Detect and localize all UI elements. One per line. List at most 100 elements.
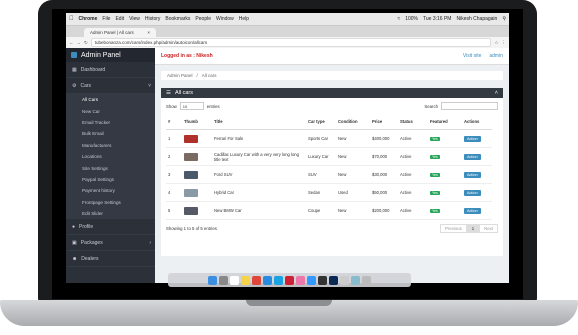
action-button[interactable]: Action — [464, 171, 481, 178]
address-bar[interactable]: tubebonanza.com/cars/index.php/admin/aut… — [90, 38, 492, 47]
menubar-file[interactable]: File — [102, 16, 110, 22]
cell-number: 2 — [166, 147, 182, 166]
sidebar-item-dashboard[interactable]: ▦ Dashboard — [66, 62, 155, 78]
sidebar-item-bulk-email[interactable]: Bulk Email — [66, 128, 155, 139]
cell-car-type: Luxury Car — [306, 147, 336, 166]
featured-badge[interactable]: Yes — [430, 155, 440, 159]
previous-button[interactable]: Previous — [440, 224, 467, 233]
brand[interactable]: Admin Panel — [66, 48, 155, 62]
apple-icon[interactable]:  — [69, 16, 74, 22]
menu-icon[interactable]: ⋮ — [502, 40, 507, 46]
skype-icon[interactable] — [274, 275, 283, 285]
spotlight-icon[interactable]: ⚲ — [502, 16, 506, 22]
col-number[interactable]: # — [166, 114, 182, 130]
featured-badge[interactable]: Yes — [430, 137, 440, 141]
car-thumbnail[interactable] — [184, 188, 198, 197]
menubar-app-name[interactable]: Chrome — [79, 16, 98, 22]
breadcrumb-home[interactable]: Admin Panel — [167, 73, 193, 78]
col-thumb[interactable]: Thumb — [182, 114, 212, 130]
sidebar-item-payment-history[interactable]: Payment history — [66, 185, 155, 196]
sidebar-item-cars[interactable]: ⚙ Cars ˅ — [66, 78, 155, 94]
forward-icon[interactable]: → — [77, 40, 82, 45]
car-thumbnail[interactable] — [184, 134, 198, 143]
chevron-down-icon: ˅ — [148, 82, 151, 89]
tab-close-icon[interactable]: × — [147, 30, 150, 35]
sidebar-item-edit-slider[interactable]: Edit Slider — [66, 208, 155, 219]
launchpad-icon[interactable] — [219, 275, 228, 285]
main-content: Logged in as : Nikesh Visit site admin A… — [155, 48, 509, 283]
page-1-button[interactable]: 1 — [466, 224, 480, 233]
menubar-edit[interactable]: Edit — [115, 16, 124, 22]
menubar-people[interactable]: People — [195, 16, 211, 22]
sidebar-item-manufacturers[interactable]: Manufacturers — [66, 140, 155, 151]
wifi-icon[interactable]: ≈ — [397, 16, 400, 22]
browser-tab[interactable]: Admin Panel | All cars × — [84, 28, 156, 37]
menubar-bookmarks[interactable]: Bookmarks — [165, 16, 190, 22]
col-car-type[interactable]: Car type — [306, 114, 336, 130]
folder-icon[interactable] — [351, 275, 360, 285]
cell-price: $200,000 — [370, 201, 398, 220]
sidebar-item-email-tracker[interactable]: Email Tracker — [66, 117, 155, 128]
filezilla-icon[interactable] — [285, 275, 294, 285]
chrome-icon[interactable] — [252, 275, 261, 285]
clock[interactable]: Tue 3:16 PM — [423, 16, 451, 22]
sidebar-item-dealers[interactable]: ☻ Dealers — [66, 251, 155, 268]
col-status[interactable]: Status — [398, 114, 428, 130]
car-thumbnail[interactable] — [184, 206, 198, 215]
col-condition[interactable]: Condition — [336, 114, 370, 130]
cell-status: Active — [398, 129, 428, 148]
visit-site-link[interactable]: Visit site — [463, 53, 482, 59]
car-thumbnail[interactable] — [184, 152, 198, 161]
featured-badge[interactable]: Yes — [430, 191, 440, 195]
featured-badge[interactable]: Yes — [430, 173, 440, 177]
sidebar-item-site-settings[interactable]: Site Settings — [66, 162, 155, 173]
next-button[interactable]: Next — [479, 224, 498, 233]
search-input[interactable] — [441, 102, 498, 110]
cell-condition: New — [336, 201, 370, 220]
trash-icon[interactable] — [362, 275, 371, 285]
photos-icon[interactable] — [296, 275, 305, 285]
safari-icon[interactable] — [263, 275, 272, 285]
preview-icon[interactable] — [340, 275, 349, 285]
finder-icon[interactable] — [208, 275, 217, 285]
cell-featured: Yes — [428, 183, 462, 202]
sidebar-item-locations[interactable]: Locations — [66, 151, 155, 162]
menubar-history[interactable]: History — [145, 16, 161, 22]
action-button[interactable]: Action — [464, 189, 481, 196]
battery-percent[interactable]: 100% — [405, 16, 418, 22]
app-store-icon[interactable] — [307, 275, 316, 285]
menubar-window[interactable]: Window — [216, 16, 234, 22]
sidebar-item-frontpage-settings[interactable]: Frontpage Settings — [66, 197, 155, 208]
entries-select[interactable]: 10 — [179, 102, 204, 110]
sidebar-item-packages[interactable]: ▣ Packages › — [66, 235, 155, 252]
collapse-icon[interactable]: ˄ — [495, 90, 498, 96]
back-icon[interactable]: ← — [69, 40, 74, 45]
col-title[interactable]: Title — [212, 114, 306, 130]
cell-number: 4 — [166, 183, 182, 202]
featured-badge[interactable]: Yes — [430, 209, 440, 213]
cell-number: 1 — [166, 129, 182, 148]
calendar-icon[interactable] — [230, 275, 239, 285]
col-price[interactable]: Price — [370, 114, 398, 130]
reload-icon[interactable]: ↻ — [84, 40, 88, 46]
admin-menu[interactable]: admin — [489, 53, 503, 59]
sidebar-item-paypal-settings[interactable]: Paypal Settings — [66, 174, 155, 185]
cell-condition: Used — [336, 183, 370, 202]
chevron-right-icon: › — [149, 239, 151, 246]
star-icon[interactable]: ☆ — [494, 40, 498, 46]
sublime-icon[interactable] — [318, 275, 327, 285]
menubar-help[interactable]: Help — [239, 16, 249, 22]
user-name[interactable]: Nikesh Chapagain — [456, 16, 497, 22]
cell-status: Active — [398, 183, 428, 202]
notes-icon[interactable] — [241, 275, 250, 285]
menubar-view[interactable]: View — [129, 16, 140, 22]
action-button[interactable]: Action — [464, 207, 481, 214]
photoshop-icon[interactable] — [329, 275, 338, 285]
action-button[interactable]: Action — [464, 135, 481, 142]
sidebar-item-profile[interactable]: ● Profile — [66, 219, 155, 236]
sidebar-item-new-car[interactable]: New Car — [66, 105, 155, 116]
sidebar-item-all-cars[interactable]: All Cars — [66, 94, 155, 105]
car-thumbnail[interactable] — [184, 170, 198, 179]
action-button[interactable]: Action — [464, 153, 481, 160]
col-featured[interactable]: Featured — [428, 114, 462, 130]
